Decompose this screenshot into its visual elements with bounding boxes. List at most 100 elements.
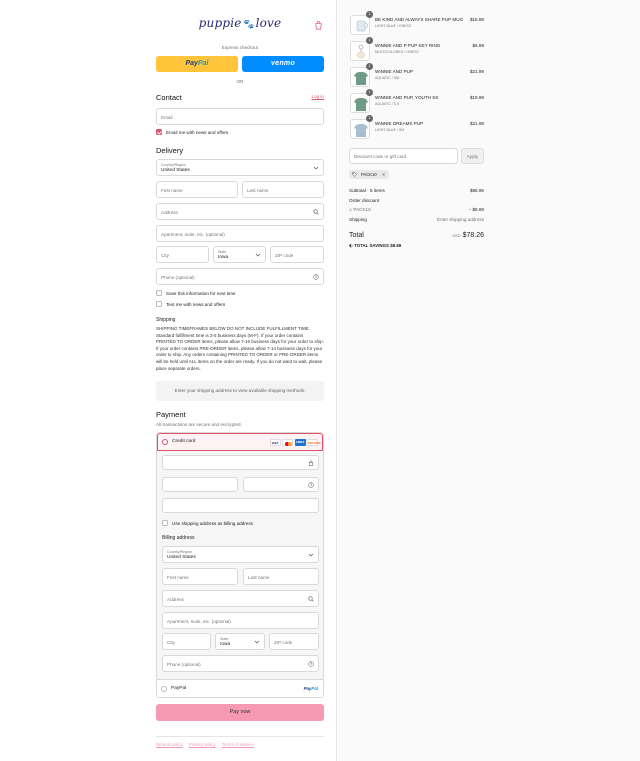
visa-icon: VISA (269, 439, 281, 446)
email-field[interactable]: Email (156, 108, 324, 125)
billing-city-field[interactable]: City (162, 633, 211, 650)
address-field[interactable]: Address (156, 203, 324, 220)
last-name-field[interactable]: Last name (242, 181, 324, 198)
subtotal-label: Subtotal · 5 items (349, 188, 385, 193)
paypal-pal-text: Pal (197, 60, 209, 67)
text-me-checkbox[interactable] (156, 301, 162, 307)
help-icon[interactable] (313, 274, 319, 280)
city-field[interactable]: City (156, 246, 209, 263)
country-select[interactable]: Country/Region United States (156, 159, 324, 176)
express-checkout-title: Express checkout (221, 45, 259, 50)
login-link[interactable]: Log in (311, 94, 324, 99)
brand-logo[interactable]: puppie 🐾 love (156, 16, 324, 36)
save-info-checkbox[interactable] (156, 290, 162, 296)
refund-policy-link[interactable]: Refund policy (156, 742, 183, 747)
paypal-logo-pal: Pal (311, 686, 318, 691)
state-select[interactable]: State Iowa (213, 246, 266, 263)
quantity-badge: 1 (366, 63, 373, 70)
discount-code: PACK10 (353, 207, 371, 212)
billing-first-name-placeholder: First name (167, 574, 189, 580)
credit-card-form: Use shipping address as billing address … (157, 451, 323, 679)
paypal-pay-text: Pay (185, 60, 198, 67)
name-on-card-field[interactable] (162, 498, 319, 513)
card-number-field[interactable] (162, 455, 319, 470)
discount-code-input[interactable]: Discount code or gift card (349, 148, 458, 164)
item-variant: AQUATIC / SM (375, 76, 400, 80)
terms-of-service-link[interactable]: Terms of service (222, 742, 254, 747)
shipping-value: Enter shipping address (437, 217, 484, 222)
discount-amount: − $8.69 (468, 207, 484, 212)
item-variant: MULTICOLORED / ONESZ (375, 50, 419, 54)
billing-state-value: Iowa (220, 642, 231, 647)
item-name: WINNIE AND PUP, YOUTH SS (375, 95, 439, 100)
discount-code-row: ◇ PACK10 − $8.69 (349, 207, 484, 215)
billing-state-select[interactable]: State Iowa (215, 633, 265, 650)
checkout-main: puppie 🐾 love Express checkout PayPal ve… (0, 0, 336, 761)
product-thumbnail (350, 67, 370, 87)
billing-phone-field[interactable]: Phone (optional) (162, 655, 319, 672)
order-discount-row: Order discount (349, 198, 484, 206)
last-name-placeholder: Last name (247, 187, 269, 193)
shopping-bag-icon[interactable] (314, 21, 323, 30)
billing-zip-field[interactable]: ZIP code (269, 633, 319, 650)
billing-same-checkbox-row[interactable]: Use shipping address as billing address (162, 520, 319, 528)
close-icon[interactable]: ✕ (382, 172, 386, 177)
help-icon[interactable] (308, 482, 314, 488)
city-placeholder: City (161, 252, 169, 258)
subtotal-value: $86.95 (469, 188, 484, 193)
search-icon (308, 596, 314, 602)
save-info-checkbox-row[interactable]: Save this information for next time (156, 290, 324, 298)
first-name-field[interactable]: First name (156, 181, 238, 198)
billing-phone-placeholder: Phone (optional) (167, 661, 201, 667)
cart-item: 1 WINNIE AND P PUP KEY RING MULTICOLORED… (350, 37, 484, 61)
apartment-placeholder: Apartment, suite, etc. (optional) (161, 231, 225, 237)
help-icon[interactable] (308, 661, 314, 667)
cart-item: 1 WINNIE DREAMS PUP LIGHT BLUE / SM $21.… (350, 115, 484, 139)
billing-first-name-field[interactable]: First name (162, 568, 238, 585)
apply-discount-button[interactable]: Apply (461, 148, 484, 164)
credit-card-option[interactable]: Credit card VISA AMEX DISCOVER (157, 433, 323, 451)
lock-icon (308, 460, 314, 466)
privacy-policy-link[interactable]: Privacy policy (189, 742, 216, 747)
billing-last-name-field[interactable]: Last name (243, 568, 319, 585)
card-brands: VISA AMEX DISCOVER (268, 439, 321, 446)
payment-subtitle: All transactions are secure and encrypte… (156, 422, 242, 427)
zip-field[interactable]: ZIP code (270, 246, 324, 263)
billing-same-label: Use shipping address as billing address (172, 520, 253, 526)
quantity-badge: 1 (366, 11, 373, 18)
quantity-badge: 1 (366, 37, 373, 44)
newsletter-checkbox-row[interactable]: Email me with news and offers (156, 129, 324, 137)
item-name: WINNIE DREAMS PUP (375, 121, 424, 126)
chevron-down-icon (308, 553, 314, 557)
search-icon (313, 209, 319, 215)
product-thumbnail (350, 15, 370, 35)
billing-address-field[interactable]: Address (162, 590, 319, 607)
billing-apartment-field[interactable]: Apartment, suite, etc. (optional) (162, 612, 319, 629)
chevron-down-icon (255, 253, 261, 257)
expiry-field[interactable] (162, 477, 238, 492)
venmo-express-button[interactable]: venmo (242, 56, 324, 72)
security-code-field[interactable] (243, 477, 319, 492)
billing-apartment-placeholder: Apartment, suite, etc. (optional) (167, 618, 231, 624)
billing-state-label: State (220, 636, 229, 641)
chevron-down-icon (254, 640, 260, 644)
order-summary (336, 0, 640, 761)
paypal-option[interactable]: PayPal PayPal (157, 679, 323, 698)
newsletter-checkbox[interactable] (156, 129, 162, 135)
pay-now-button[interactable]: Pay now (156, 704, 324, 721)
paypal-express-button[interactable]: PayPal (156, 56, 238, 72)
phone-field[interactable]: Phone (optional) (156, 268, 324, 285)
text-me-checkbox-row[interactable]: Text me with news and offers (156, 301, 324, 309)
product-thumbnail (350, 93, 370, 113)
paypal-radio[interactable] (161, 686, 167, 692)
apartment-field[interactable]: Apartment, suite, etc. (optional) (156, 225, 324, 242)
credit-card-radio[interactable] (162, 439, 168, 445)
subtotal-row: Subtotal · 5 items $86.95 (349, 188, 484, 196)
billing-city-placeholder: City (167, 639, 175, 645)
billing-same-checkbox[interactable] (162, 520, 168, 526)
cart-item: 1 WINNIE AND PUP, YOUTH SS AQUATIC / S 8… (350, 89, 484, 113)
billing-country-select[interactable]: Country/Region United States (162, 546, 319, 563)
address-placeholder: Address (161, 209, 178, 215)
item-name: WINNIE AND P PUP KEY RING (375, 43, 441, 48)
savings-label: TOTAL SAVINGS (354, 243, 389, 248)
